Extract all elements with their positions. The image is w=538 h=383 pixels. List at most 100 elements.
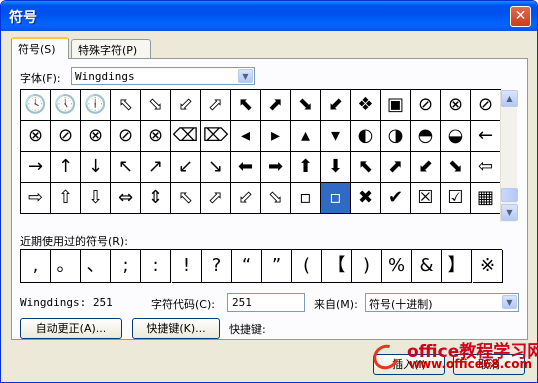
char-code-label: 字符代码(C): bbox=[151, 298, 215, 311]
symbol-cell[interactable]: ⬈ bbox=[381, 152, 411, 183]
symbol-cell[interactable]: ⬋ bbox=[321, 90, 351, 121]
symbol-cell[interactable]: ⊘ bbox=[51, 121, 81, 152]
symbol-cell[interactable]: ◑ bbox=[381, 121, 411, 152]
symbol-cell[interactable]: ⇩ bbox=[81, 183, 111, 214]
recent-symbol-cell[interactable]: ) bbox=[352, 250, 382, 283]
symbol-cell[interactable]: ⬃ bbox=[171, 90, 201, 121]
symbol-cell[interactable]: ▦ bbox=[471, 183, 501, 214]
symbol-cell[interactable]: ⊗ bbox=[21, 121, 51, 152]
chevron-down-icon[interactable]: ▼ bbox=[502, 295, 517, 309]
symbol-cell[interactable]: ▫ bbox=[291, 183, 321, 214]
recent-symbol-cell[interactable]: ※ bbox=[473, 250, 503, 283]
recent-symbol-cell[interactable]: % bbox=[382, 250, 412, 283]
symbol-cell[interactable]: ▣ bbox=[381, 90, 411, 121]
symbol-cell[interactable]: ⬀ bbox=[201, 183, 231, 214]
symbol-cell[interactable]: ⬈ bbox=[261, 90, 291, 121]
recent-symbol-cell[interactable]: ( bbox=[292, 250, 322, 283]
symbol-cell[interactable]: ☒ bbox=[411, 183, 441, 214]
symbol-cell[interactable]: ⬊ bbox=[441, 152, 471, 183]
symbol-cell[interactable]: ⬅ bbox=[231, 152, 261, 183]
recent-symbol-cell[interactable]: & bbox=[412, 250, 442, 283]
symbol-cell[interactable]: ← bbox=[471, 121, 501, 152]
shortcut-key-button[interactable]: 快捷键(K)... bbox=[132, 318, 220, 339]
symbol-grid: 🕓 🕔 🕕 ⬁ ⬂ ⬃ ⬀ ⬉ ⬈ ⬊ ⬋ ❖ ▣ ⊘ ⊗ ⊘ ⊗ ⊘ ⊗ ⊘ ⊗ ⌫ ⌦ ◂ ▸ ▴ ▾ ◐ ◑ ◓ ◒ ← → ↑ ↓ ↖ ↗ ↙ ↘ ⬅… bbox=[20, 89, 501, 214]
symbol-cell[interactable]: ↓ bbox=[81, 152, 111, 183]
window-title: 符号 bbox=[9, 10, 37, 26]
symbol-cell[interactable]: ⊘ bbox=[411, 90, 441, 121]
symbol-cell[interactable]: ⬊ bbox=[291, 90, 321, 121]
recent-symbol-cell[interactable]: “ bbox=[232, 250, 262, 283]
symbol-cell[interactable]: ▴ bbox=[291, 121, 321, 152]
symbol-cell[interactable]: ⇦ bbox=[471, 152, 501, 183]
symbol-cell[interactable]: ◓ bbox=[411, 121, 441, 152]
symbol-cell[interactable]: ⊗ bbox=[141, 121, 171, 152]
symbol-cell[interactable]: ⊗ bbox=[81, 121, 111, 152]
scroll-down-icon[interactable]: ▼ bbox=[501, 204, 518, 221]
font-select[interactable]: Wingdings ▼ bbox=[71, 67, 255, 85]
tab-symbols[interactable]: 符号(S) bbox=[11, 37, 69, 59]
recent-symbol-cell[interactable]: ? bbox=[202, 250, 232, 283]
symbol-cell[interactable]: ⬁ bbox=[171, 183, 201, 214]
symbol-cell[interactable]: ◒ bbox=[441, 121, 471, 152]
symbol-cell[interactable]: ⇔ bbox=[111, 183, 141, 214]
chevron-down-icon[interactable]: ▼ bbox=[238, 69, 253, 83]
recent-symbol-cell[interactable]: ! bbox=[172, 250, 202, 283]
symbol-cell[interactable]: ⬇ bbox=[321, 152, 351, 183]
symbol-cell[interactable]: ⇧ bbox=[51, 183, 81, 214]
symbol-cell[interactable]: ⬃ bbox=[231, 183, 261, 214]
symbol-cell[interactable]: ⬉ bbox=[351, 152, 381, 183]
symbol-cell[interactable]: ❖ bbox=[351, 90, 381, 121]
from-select[interactable]: 符号(十进制) ▼ bbox=[365, 293, 519, 312]
symbol-cell[interactable]: ⊗ bbox=[441, 90, 471, 121]
recent-symbol-cell[interactable]: 】 bbox=[442, 250, 472, 283]
symbol-cell[interactable]: ⬆ bbox=[291, 152, 321, 183]
symbol-cell[interactable]: ▸ bbox=[261, 121, 291, 152]
symbol-cell[interactable]: ↗ bbox=[141, 152, 171, 183]
autocorrect-button[interactable]: 自动更正(A)... bbox=[20, 318, 122, 339]
symbol-cell[interactable]: ✖ bbox=[351, 183, 381, 214]
symbol-cell[interactable]: ◂ bbox=[231, 121, 261, 152]
recent-symbol-cell[interactable]: : bbox=[141, 250, 171, 283]
symbol-cell[interactable]: 🕕 bbox=[81, 90, 111, 121]
tab-special-chars[interactable]: 特殊字符(P) bbox=[71, 39, 151, 58]
symbol-cell[interactable]: ⬉ bbox=[231, 90, 261, 121]
symbol-cell[interactable]: ↙ bbox=[171, 152, 201, 183]
symbol-cell[interactable]: ◐ bbox=[351, 121, 381, 152]
symbol-grid-scrollbar[interactable]: ▲ ▼ bbox=[500, 90, 518, 222]
symbol-cell[interactable]: ⬂ bbox=[261, 183, 291, 214]
symbol-cell[interactable]: ▾ bbox=[321, 121, 351, 152]
recent-symbol-cell[interactable]: 【 bbox=[322, 250, 352, 283]
symbol-cell[interactable]: ↑ bbox=[51, 152, 81, 183]
watermark-url: www.office68.com bbox=[409, 357, 533, 371]
recent-symbol-cell[interactable]: 、 bbox=[81, 250, 111, 283]
symbol-cell[interactable]: ↘ bbox=[201, 152, 231, 183]
symbol-dialog: 符号 ✕ 符号(S) 特殊字符(P) 字体(F): Wingdings ▼ 🕓 🕔… bbox=[0, 0, 538, 383]
symbol-cell[interactable]: 🕓 bbox=[21, 90, 51, 121]
symbol-cell[interactable]: ⇨ bbox=[21, 183, 51, 214]
recent-symbol-cell[interactable]: ; bbox=[111, 250, 141, 283]
symbol-cell[interactable]: ⇕ bbox=[141, 183, 171, 214]
recent-symbol-cell[interactable]: ” bbox=[262, 250, 292, 283]
recent-symbol-cell[interactable]: 。 bbox=[51, 250, 81, 283]
char-code-input[interactable]: 251 bbox=[227, 293, 305, 312]
scroll-up-icon[interactable]: ▲ bbox=[501, 90, 518, 107]
symbol-cell[interactable]: ⌫ bbox=[171, 121, 201, 152]
close-icon[interactable]: ✕ bbox=[510, 6, 531, 27]
symbol-cell[interactable]: ⬋ bbox=[411, 152, 441, 183]
symbol-cell[interactable]: ⬁ bbox=[111, 90, 141, 121]
title-bar[interactable]: 符号 ✕ bbox=[1, 1, 537, 31]
symbol-cell[interactable]: ☑ bbox=[441, 183, 471, 214]
symbol-cell[interactable]: ➡ bbox=[261, 152, 291, 183]
symbol-cell[interactable]: ↖ bbox=[111, 152, 141, 183]
scroll-thumb[interactable] bbox=[501, 188, 518, 202]
symbol-cell[interactable]: 🕔 bbox=[51, 90, 81, 121]
symbol-cell[interactable]: → bbox=[21, 152, 51, 183]
symbol-cell[interactable]: ▫ bbox=[321, 183, 351, 214]
symbol-cell[interactable]: ⬂ bbox=[141, 90, 171, 121]
symbol-cell[interactable]: ⊘ bbox=[111, 121, 141, 152]
symbol-cell[interactable]: ⌦ bbox=[201, 121, 231, 152]
symbol-cell[interactable]: ⊘ bbox=[471, 90, 501, 121]
symbol-cell[interactable]: ⬀ bbox=[201, 90, 231, 121]
symbol-cell[interactable]: ✔ bbox=[381, 183, 411, 214]
recent-symbol-cell[interactable]: , bbox=[21, 250, 51, 283]
